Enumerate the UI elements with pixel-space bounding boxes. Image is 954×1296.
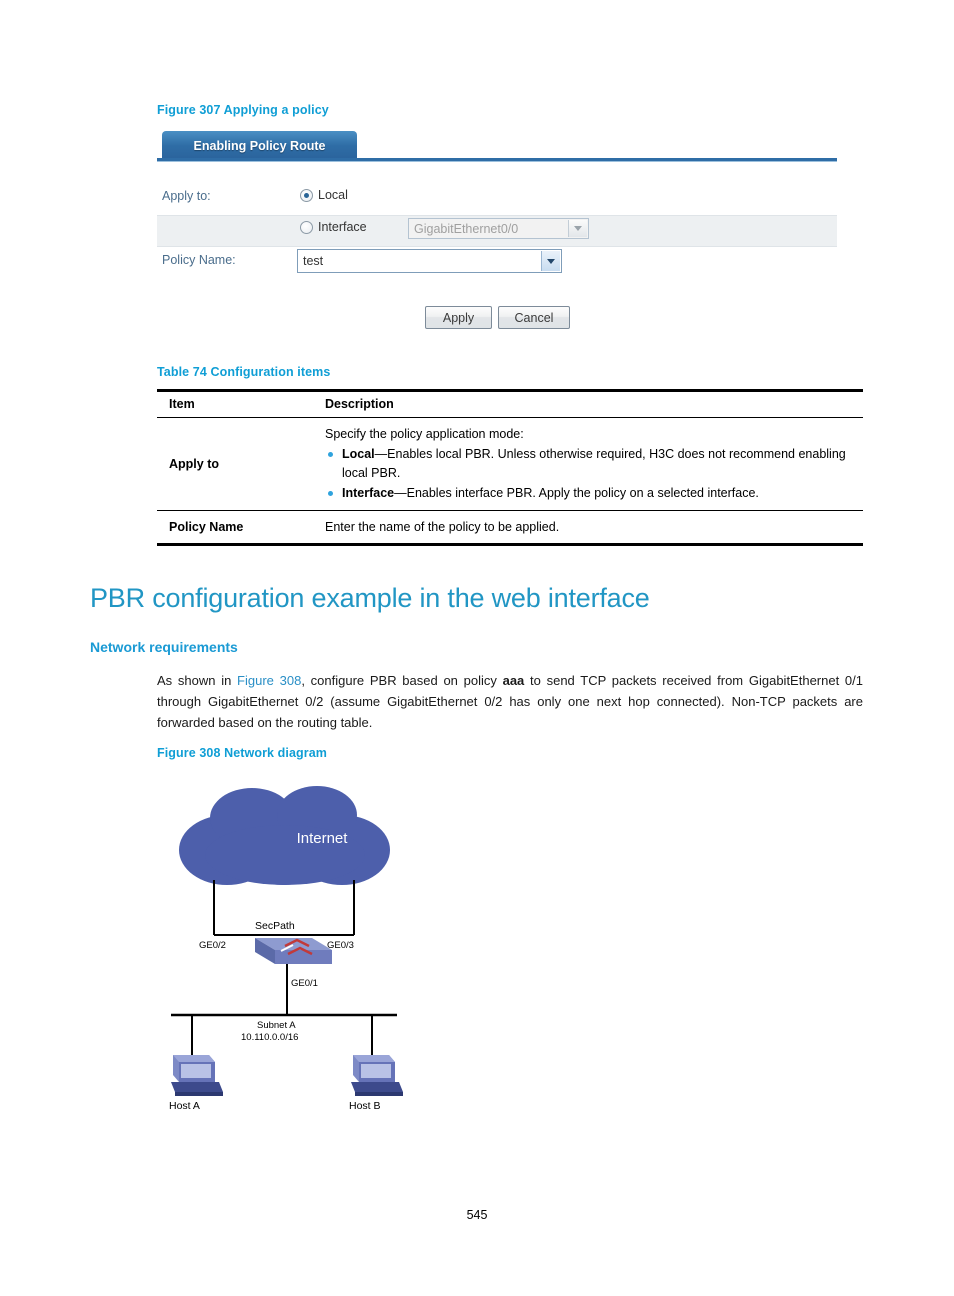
apply-to-intro: Specify the policy application mode:	[325, 426, 524, 441]
page-number: 545	[466, 1208, 488, 1222]
host-b-label: Host B	[349, 1100, 381, 1112]
radio-interface[interactable]	[300, 221, 313, 234]
figure-307-caption: Figure 307 Applying a policy	[157, 103, 329, 117]
page-title: PBR configuration example in the web int…	[90, 583, 650, 613]
policy-name-value: test	[303, 254, 324, 268]
table-header-item: Item	[169, 397, 195, 411]
row-description-apply-to: Specify the policy application mode: Loc…	[325, 425, 863, 503]
radio-local[interactable]	[300, 189, 313, 202]
policy-route-form: Apply to: Local Interface GigabitEtherne…	[157, 162, 837, 273]
host-b-icon	[351, 1055, 403, 1096]
row-description-policy-name: Enter the name of the policy to be appli…	[325, 519, 560, 534]
subnet-name-label: Subnet A	[257, 1020, 296, 1031]
table-74: Item Description Apply to Specify the po…	[157, 389, 863, 546]
apply-button[interactable]: Apply	[425, 306, 492, 329]
cancel-button[interactable]: Cancel	[498, 306, 570, 329]
radio-local-label: Local	[318, 188, 348, 202]
section-heading-network-requirements: Network requirements	[90, 639, 238, 655]
bullet-interface-text: —Enables interface PBR. Apply the policy…	[394, 486, 759, 500]
policy-name-emphasis: aaa	[502, 673, 525, 688]
figure-308-link[interactable]: Figure 308	[237, 673, 301, 688]
chevron-down-icon	[541, 251, 560, 271]
host-a-icon	[171, 1055, 223, 1096]
document-page: Figure 307 Applying a policy Enabling Po…	[0, 0, 954, 1296]
row-item-policy-name: Policy Name	[169, 519, 244, 534]
body-part-1: As shown in	[157, 673, 238, 688]
interface-select[interactable]: GigabitEthernet0/0	[408, 218, 589, 239]
body-part-2: , configure PBR based on policy	[301, 673, 503, 688]
figure-308-caption: Figure 308 Network diagram	[157, 746, 328, 760]
bullet-interface: Interface—Enables interface PBR. Apply t…	[325, 484, 863, 503]
body-paragraph: As shown in Figure 308, configure PBR ba…	[157, 670, 863, 733]
internet-label: Internet	[296, 830, 348, 847]
tab-row: Enabling Policy Route	[157, 131, 837, 160]
apply-to-bullets: Local—Enables local PBR. Unless otherwis…	[325, 445, 863, 503]
router-icon	[255, 938, 332, 964]
subnet-address-label: 10.110.0.0/16	[241, 1032, 299, 1043]
host-a-label: Host A	[169, 1100, 200, 1112]
ge01-label: GE0/1	[291, 978, 318, 989]
policy-name-label: Policy Name:	[162, 253, 236, 267]
secpath-label: SecPath	[255, 920, 295, 932]
table-header-description: Description	[325, 397, 394, 411]
table-header-row: Item Description	[157, 392, 863, 417]
ge02-label: GE0/2	[199, 940, 226, 951]
bullet-local: Local—Enables local PBR. Unless otherwis…	[325, 445, 863, 482]
bullet-local-term: Local	[342, 447, 375, 461]
apply-to-label: Apply to:	[162, 189, 211, 203]
policy-name-select[interactable]: test	[297, 249, 562, 273]
bullet-interface-term: Interface	[342, 486, 395, 500]
bullet-local-text: —Enables local PBR. Unless otherwise req…	[342, 447, 846, 480]
table-row: Policy Name Enter the name of the policy…	[157, 511, 863, 544]
network-diagram: Internet SecPath GE0/2 GE0/3 GE0/1 Subne…	[157, 770, 487, 1115]
chevron-down-icon	[568, 220, 587, 237]
radio-interface-label: Interface	[318, 220, 367, 234]
interface-select-value: GigabitEthernet0/0	[414, 221, 519, 236]
enabling-policy-route-screenshot: Enabling Policy Route Apply to: Local In…	[157, 131, 837, 338]
table-bottom-rule	[157, 543, 863, 546]
ge03-label: GE0/3	[327, 940, 354, 951]
tab-enabling-policy-route[interactable]: Enabling Policy Route	[162, 131, 357, 160]
table-row: Apply to Specify the policy application …	[157, 418, 863, 510]
row-item-apply-to: Apply to	[169, 456, 219, 471]
table-74-caption: Table 74 Configuration items	[157, 365, 331, 379]
